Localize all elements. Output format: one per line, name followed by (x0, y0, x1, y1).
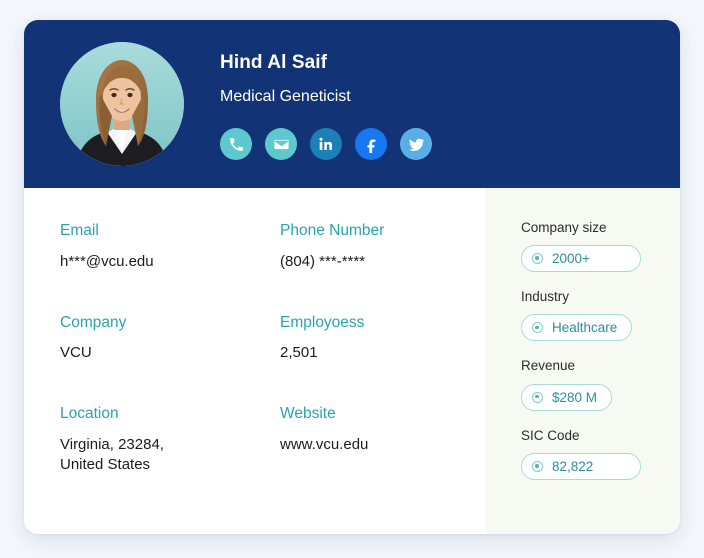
linkedin-icon (319, 138, 332, 151)
fact-sic-code-pill[interactable]: 82,822 (521, 452, 641, 480)
fact-industry-pill[interactable]: Healthcare (521, 314, 633, 342)
social-email-button[interactable] (265, 128, 297, 161)
field-employees-label: Employoess (280, 313, 365, 331)
fact-industry-label: Industry (521, 289, 570, 305)
identity-block: Hind Al Saif Medical Geneticist (220, 42, 432, 166)
fact-company-size-value: 2000+ (552, 251, 590, 267)
field-website-label: Website (280, 405, 336, 423)
avatar (60, 42, 184, 166)
person-name: Hind Al Saif (220, 51, 328, 73)
field-company: Company VCU (60, 314, 280, 364)
fact-revenue-pill[interactable]: $280 M (521, 383, 613, 411)
card-header: Hind Al Saif Medical Geneticist (24, 20, 680, 188)
field-phone: Phone Number (804) ***-**** (280, 222, 485, 272)
field-email-label: Email (60, 222, 99, 239)
social-linkedin-button[interactable] (310, 128, 342, 161)
fact-company-size-label: Company size (521, 220, 607, 235)
field-company-value: VCU (60, 344, 92, 362)
radio-dot-icon (532, 391, 543, 403)
field-email-value: h***@vcu.edu (60, 252, 154, 270)
person-title: Medical Geneticist (220, 88, 351, 106)
field-employees-value: 2,501 (280, 344, 318, 362)
field-employees: Employoess 2,501 (280, 314, 485, 364)
social-phone-button[interactable] (220, 128, 252, 161)
fact-sic-code-value: 82,822 (552, 458, 594, 474)
fact-sic-code: SIC Code 82,822 (521, 428, 680, 480)
envelope-icon (273, 139, 289, 150)
fact-company-size: Company size 2000+ (521, 220, 680, 273)
contact-card: Hind Al Saif Medical Geneticist Email h*… (24, 20, 680, 534)
radio-dot-icon (532, 460, 543, 472)
field-location: Location Virginia, 23284, United States (60, 405, 280, 474)
details-section: Email h***@vcu.edu Phone Number (804) **… (24, 188, 485, 534)
field-website: Website www.vcu.edu (280, 405, 485, 474)
facebook-icon (366, 139, 375, 153)
fact-industry-value: Healthcare (552, 320, 618, 336)
field-phone-value: (804) ***-**** (280, 252, 366, 270)
field-company-label: Company (60, 313, 127, 331)
social-links (220, 128, 432, 161)
fact-industry: Industry Healthcare (521, 289, 680, 342)
fact-sic-code-label: SIC Code (521, 427, 580, 443)
twitter-icon (408, 138, 424, 151)
person-photo-icon (60, 42, 184, 166)
social-twitter-button[interactable] (400, 128, 432, 161)
fact-revenue-value: $280 M (552, 389, 598, 405)
field-website-value[interactable]: www.vcu.edu (280, 435, 485, 455)
radio-dot-icon (532, 322, 543, 334)
fact-company-size-pill[interactable]: 2000+ (521, 245, 641, 273)
card-body: Email h***@vcu.edu Phone Number (804) **… (24, 188, 680, 534)
phone-icon (229, 138, 243, 151)
social-facebook-button[interactable] (355, 128, 387, 161)
page-root: Hind Al Saif Medical Geneticist Email h*… (0, 0, 704, 558)
field-email: Email h***@vcu.edu (60, 222, 280, 272)
fact-revenue: Revenue $280 M (521, 358, 680, 411)
radio-dot-icon (532, 253, 543, 265)
field-location-label: Location (60, 405, 119, 423)
details-grid: Email h***@vcu.edu Phone Number (804) **… (60, 222, 485, 475)
fact-revenue-label: Revenue (521, 358, 576, 374)
field-location-value: Virginia, 23284, United States (60, 435, 164, 473)
company-facts-panel: Company size 2000+ Industry Healthcare R… (485, 188, 680, 534)
field-phone-label: Phone Number (280, 222, 385, 239)
